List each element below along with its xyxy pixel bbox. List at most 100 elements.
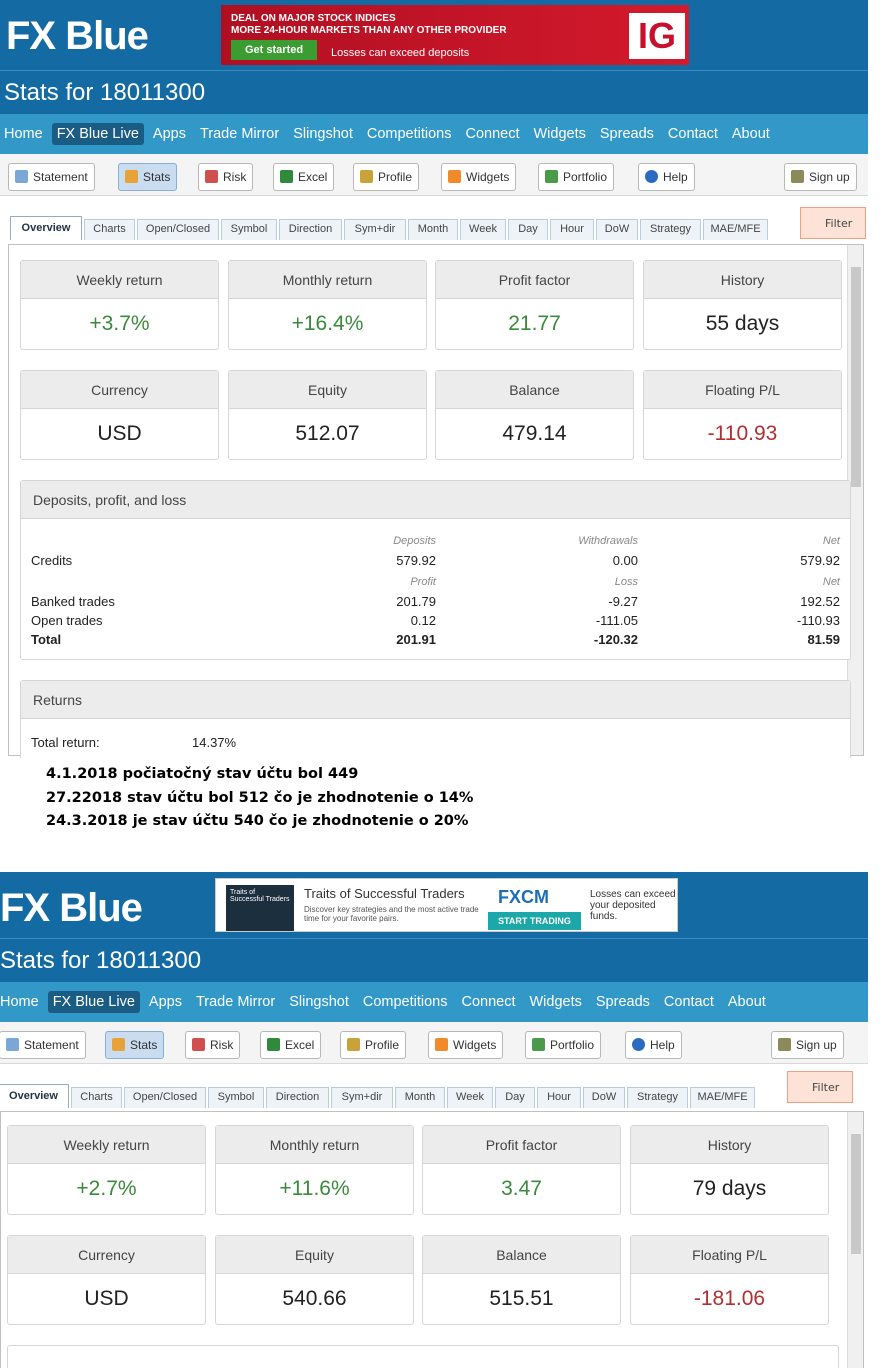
excel-button[interactable]: Excel bbox=[273, 163, 335, 191]
nav-apps[interactable]: Apps bbox=[153, 126, 186, 142]
nav-slingshot[interactable]: Slingshot bbox=[293, 126, 353, 142]
open-net: -110.93 bbox=[796, 613, 840, 628]
card-value: 515.51 bbox=[489, 1287, 554, 1310]
stats-button[interactable]: Stats bbox=[118, 163, 178, 191]
tab-dow[interactable]: DoW bbox=[596, 219, 638, 240]
widgets-button[interactable]: Widgets bbox=[428, 1031, 504, 1059]
main-nav: Home FX Blue Live Apps Trade Mirror Slin… bbox=[0, 982, 868, 1022]
weekly-return-card: Weekly return +3.7% bbox=[20, 260, 219, 350]
ad-subtext: Discover key strategies and the most act… bbox=[304, 905, 479, 923]
statement-button[interactable]: Statement bbox=[0, 1031, 86, 1059]
portfolio-button[interactable]: Portfolio bbox=[525, 1031, 602, 1059]
nav-home[interactable]: Home bbox=[0, 994, 39, 1010]
nav-about[interactable]: About bbox=[728, 994, 766, 1010]
tab-month[interactable]: Month bbox=[395, 1087, 445, 1108]
scrollbar-thumb[interactable] bbox=[851, 1134, 861, 1254]
tab-mae-mfe[interactable]: MAE/MFE bbox=[690, 1087, 755, 1108]
nav-connect[interactable]: Connect bbox=[465, 126, 519, 142]
nav-about[interactable]: About bbox=[732, 126, 770, 142]
currency-card: Currency USD bbox=[7, 1235, 206, 1325]
help-button[interactable]: Help bbox=[638, 163, 695, 191]
tab-dow[interactable]: DoW bbox=[583, 1087, 625, 1108]
tab-charts[interactable]: Charts bbox=[71, 1087, 122, 1108]
tab-open-closed[interactable]: Open/Closed bbox=[124, 1087, 206, 1108]
tab-symbol[interactable]: Symbol bbox=[221, 219, 277, 240]
sign-up-button[interactable]: Sign up bbox=[771, 1031, 844, 1059]
nav-trade-mirror[interactable]: Trade Mirror bbox=[200, 126, 279, 142]
card-value: +16.4% bbox=[291, 312, 364, 335]
note-line-3: 24.3.2018 je stav účtu 540 čo je zhodnot… bbox=[46, 813, 469, 829]
nav-competitions[interactable]: Competitions bbox=[363, 994, 448, 1010]
nav-spreads[interactable]: Spreads bbox=[600, 126, 654, 142]
fxblue-logo[interactable]: FX Blue bbox=[6, 14, 149, 59]
help-button[interactable]: Help bbox=[625, 1031, 682, 1059]
nav-trade-mirror[interactable]: Trade Mirror bbox=[196, 994, 275, 1010]
total-return-label: Total return: bbox=[31, 735, 100, 750]
tab-charts[interactable]: Charts bbox=[84, 219, 135, 240]
statement-button[interactable]: Statement bbox=[8, 163, 95, 191]
tab-month[interactable]: Month bbox=[408, 219, 458, 240]
note-line-2: 27.22018 stav účtu bol 512 čo je zhodnot… bbox=[46, 790, 474, 806]
tab-week[interactable]: Week bbox=[460, 219, 506, 240]
rss-icon bbox=[435, 1038, 448, 1051]
tab-sym-dir[interactable]: Sym+dir bbox=[344, 219, 406, 240]
ad-start-trading-button[interactable]: START TRADING bbox=[488, 912, 581, 930]
tab-strategy[interactable]: Strategy bbox=[640, 219, 701, 240]
nav-slingshot[interactable]: Slingshot bbox=[289, 994, 349, 1010]
filter-label: Filter bbox=[812, 1081, 840, 1094]
stats-button[interactable]: Stats bbox=[105, 1031, 165, 1059]
nav-spreads[interactable]: Spreads bbox=[596, 994, 650, 1010]
excel-button[interactable]: Excel bbox=[260, 1031, 322, 1059]
equity-card: Equity 540.66 bbox=[215, 1235, 414, 1325]
profile-icon bbox=[347, 1038, 360, 1051]
tab-open-closed[interactable]: Open/Closed bbox=[137, 219, 219, 240]
tab-hour[interactable]: Hour bbox=[537, 1087, 581, 1108]
vertical-scrollbar[interactable] bbox=[847, 1112, 863, 1368]
history-card: History 55 days bbox=[643, 260, 842, 350]
total-profit: 201.91 bbox=[396, 632, 436, 647]
filter-button[interactable]: Filter bbox=[800, 207, 866, 239]
nav-contact[interactable]: Contact bbox=[664, 994, 714, 1010]
filter-button[interactable]: Filter bbox=[787, 1071, 853, 1103]
tab-day[interactable]: Day bbox=[495, 1087, 535, 1108]
banked-net: 192.52 bbox=[800, 594, 840, 609]
tab-hour[interactable]: Hour bbox=[550, 219, 594, 240]
total-return-value: 14.37% bbox=[192, 735, 237, 750]
nav-contact[interactable]: Contact bbox=[668, 126, 718, 142]
tab-overview[interactable]: Overview bbox=[10, 216, 82, 240]
widgets-button[interactable]: Widgets bbox=[441, 163, 517, 191]
tab-sym-dir[interactable]: Sym+dir bbox=[331, 1087, 393, 1108]
nav-connect[interactable]: Connect bbox=[461, 994, 515, 1010]
nav-widgets[interactable]: Widgets bbox=[530, 994, 582, 1010]
risk-button[interactable]: Risk bbox=[198, 163, 254, 191]
tab-direction[interactable]: Direction bbox=[266, 1087, 329, 1108]
nav-apps[interactable]: Apps bbox=[149, 994, 182, 1010]
card-label: Profit factor bbox=[436, 261, 633, 299]
tab-strategy[interactable]: Strategy bbox=[627, 1087, 688, 1108]
portfolio-icon bbox=[545, 170, 558, 183]
open-trades-label: Open trades bbox=[31, 613, 103, 628]
tab-week[interactable]: Week bbox=[447, 1087, 493, 1108]
risk-icon bbox=[192, 1038, 205, 1051]
profile-button[interactable]: Profile bbox=[353, 163, 420, 191]
fxblue-logo[interactable]: FX Blue bbox=[0, 886, 143, 931]
ad-get-started-button[interactable]: Get started bbox=[231, 40, 318, 60]
nav-widgets[interactable]: Widgets bbox=[534, 126, 586, 142]
portfolio-button[interactable]: Portfolio bbox=[538, 163, 615, 191]
tab-mae-mfe[interactable]: MAE/MFE bbox=[703, 219, 768, 240]
sign-up-button[interactable]: Sign up bbox=[784, 163, 857, 191]
profile-button[interactable]: Profile bbox=[340, 1031, 407, 1059]
scrollbar-thumb[interactable] bbox=[851, 267, 861, 487]
card-value: 3.47 bbox=[501, 1177, 542, 1200]
fxcm-banner-ad[interactable]: Traits of Successful Traders Traits of S… bbox=[215, 878, 678, 932]
ig-banner-ad[interactable]: DEAL ON MAJOR STOCK INDICES MORE 24-HOUR… bbox=[221, 5, 689, 65]
tab-day[interactable]: Day bbox=[508, 219, 548, 240]
risk-button[interactable]: Risk bbox=[185, 1031, 241, 1059]
tab-symbol[interactable]: Symbol bbox=[208, 1087, 264, 1108]
nav-home[interactable]: Home bbox=[4, 126, 43, 142]
tab-overview[interactable]: Overview bbox=[0, 1084, 69, 1108]
tab-direction[interactable]: Direction bbox=[279, 219, 342, 240]
nav-competitions[interactable]: Competitions bbox=[367, 126, 452, 142]
nav-fx-blue-live[interactable]: FX Blue Live bbox=[47, 991, 140, 1013]
nav-fx-blue-live[interactable]: FX Blue Live bbox=[51, 123, 144, 145]
